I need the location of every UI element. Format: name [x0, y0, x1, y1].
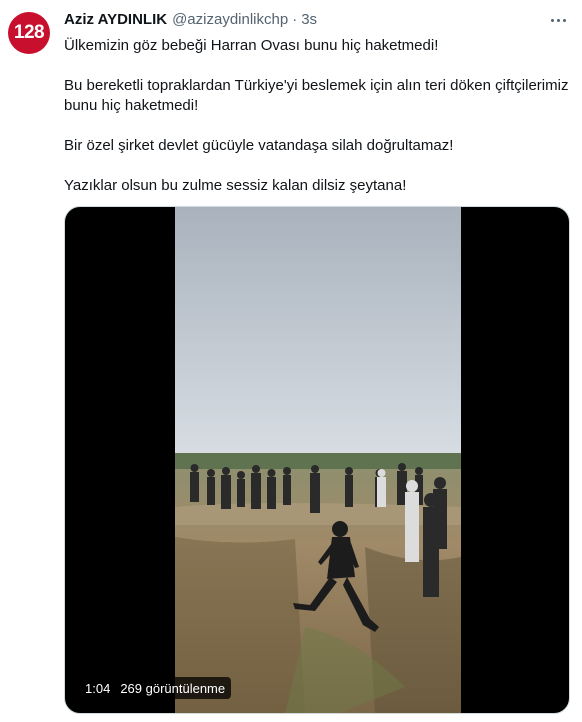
tweet-time[interactable]: 3s [301, 11, 317, 28]
more-horizontal-icon [549, 18, 567, 22]
video-thumbnail [175, 207, 461, 713]
author-handle[interactable]: @azizaydinlikchp [172, 11, 288, 28]
avatar-text: 128 [13, 22, 45, 43]
tweet-paragraph: Ülkemizin göz bebeği Harran Ovası bunu h… [64, 37, 439, 54]
tweet[interactable]: 128 Aziz AYDINLIK @azizaydinlikchp · 3s … [0, 0, 582, 722]
tweet-paragraph: Bu bereketli topraklardan Türkiye'yi bes… [64, 77, 569, 114]
tweet-text: Ülkemizin göz bebeği Harran Ovası bunu h… [64, 36, 570, 196]
video-stats-overlay: 1:04 269 görüntülenme [79, 677, 232, 699]
more-options-button[interactable] [546, 10, 570, 30]
avatar[interactable]: 128 [8, 12, 50, 54]
tweet-paragraph: Yazıklar olsun bu zulme sessiz kalan dil… [64, 177, 407, 194]
view-count: 269 görüntülenme [120, 680, 226, 696]
video-frame[interactable] [175, 207, 461, 713]
video-duration: 1:04 [85, 680, 111, 696]
video-player[interactable]: 1:04 269 görüntülenme [64, 206, 570, 714]
tweet-header: Aziz AYDINLIK @azizaydinlikchp · 3s [64, 9, 317, 29]
separator: · [292, 10, 298, 28]
author-name[interactable]: Aziz AYDINLIK [64, 11, 167, 28]
tweet-paragraph: Bir özel şirket devlet gücüyle vatandaşa… [64, 137, 454, 154]
